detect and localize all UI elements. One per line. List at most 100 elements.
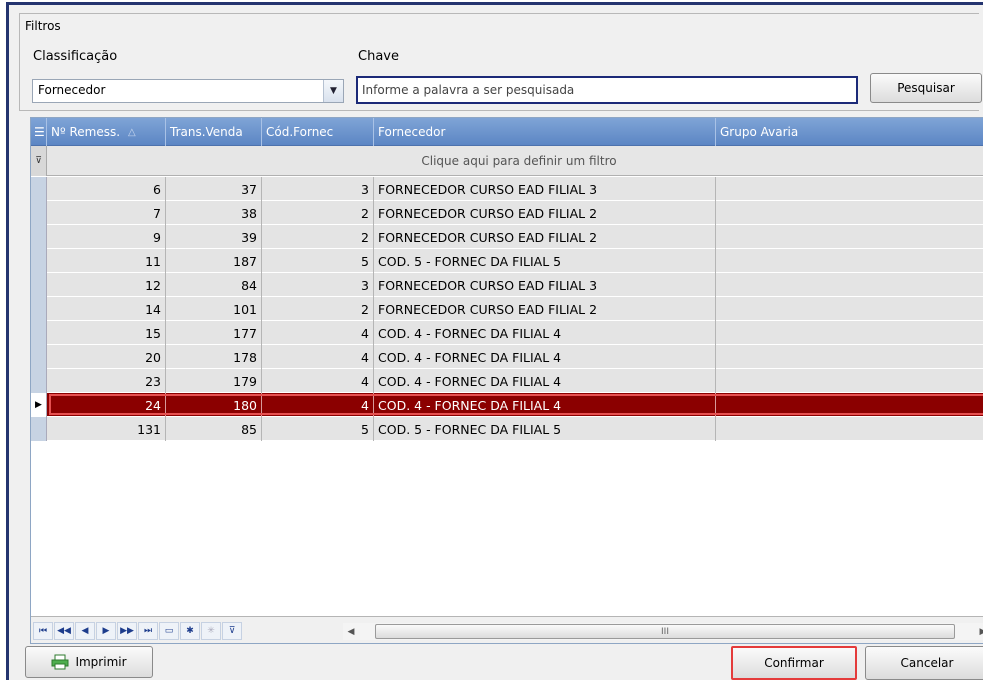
cell-grupo-avaria[interactable] [716, 321, 983, 345]
cell-remessa[interactable]: 14 [47, 297, 166, 321]
cell-fornecedor[interactable]: COD. 4 - FORNEC DA FILIAL 4 [374, 345, 716, 369]
cell-trans-venda[interactable]: 39 [166, 225, 262, 249]
cell-cod-fornec[interactable]: 4 [262, 345, 374, 369]
table-row[interactable]: 11 187 5 COD. 5 - FORNEC DA FILIAL 5 [31, 249, 983, 273]
search-button[interactable]: Pesquisar [870, 73, 982, 103]
grid-filter-row[interactable]: ⊽ Clique aqui para definir um filtro [31, 146, 983, 176]
cell-grupo-avaria[interactable] [716, 249, 983, 273]
scroll-left-icon[interactable]: ◀ [343, 623, 359, 640]
cell-fornecedor[interactable]: FORNECEDOR CURSO EAD FILIAL 3 [374, 177, 716, 201]
cell-remessa[interactable]: 11 [47, 249, 166, 273]
cell-trans-venda[interactable]: 179 [166, 369, 262, 393]
cell-grupo-avaria[interactable] [716, 393, 983, 417]
cell-trans-venda[interactable]: 177 [166, 321, 262, 345]
cell-grupo-avaria[interactable] [716, 201, 983, 225]
cell-grupo-avaria[interactable] [716, 273, 983, 297]
cell-grupo-avaria[interactable] [716, 297, 983, 321]
cell-cod-fornec[interactable]: 2 [262, 225, 374, 249]
row-indicator[interactable] [31, 249, 47, 273]
table-row[interactable]: 131 85 5 COD. 5 - FORNEC DA FILIAL 5 [31, 417, 983, 441]
current-row-icon[interactable]: ▶ [31, 393, 47, 417]
cell-grupo-avaria[interactable] [716, 177, 983, 201]
cell-remessa[interactable]: 20 [47, 345, 166, 369]
row-indicator[interactable] [31, 273, 47, 297]
row-indicator[interactable] [31, 177, 47, 201]
cell-grupo-avaria[interactable] [716, 225, 983, 249]
table-row[interactable]: 12 84 3 FORNECEDOR CURSO EAD FILIAL 3 [31, 273, 983, 297]
first-page-icon[interactable]: ⏮ [33, 622, 53, 640]
cell-cod-fornec[interactable]: 4 [262, 393, 374, 417]
cell-remessa[interactable]: 131 [47, 417, 166, 441]
table-row[interactable]: ▶ 24 180 4 COD. 4 - FORNEC DA FILIAL 4 [31, 393, 983, 417]
cell-fornecedor[interactable]: COD. 4 - FORNEC DA FILIAL 4 [374, 369, 716, 393]
table-row[interactable]: 20 178 4 COD. 4 - FORNEC DA FILIAL 4 [31, 345, 983, 369]
column-header-cod-fornec[interactable]: Cód.Fornec [262, 118, 374, 146]
cell-cod-fornec[interactable]: 2 [262, 201, 374, 225]
cell-cod-fornec[interactable]: 3 [262, 273, 374, 297]
cell-fornecedor[interactable]: COD. 4 - FORNEC DA FILIAL 4 [374, 393, 716, 417]
cell-cod-fornec[interactable]: 4 [262, 369, 374, 393]
cell-fornecedor[interactable]: FORNECEDOR CURSO EAD FILIAL 3 [374, 273, 716, 297]
cell-fornecedor[interactable]: FORNECEDOR CURSO EAD FILIAL 2 [374, 297, 716, 321]
cell-trans-venda[interactable]: 178 [166, 345, 262, 369]
cell-remessa[interactable]: 23 [47, 369, 166, 393]
cell-remessa[interactable]: 15 [47, 321, 166, 345]
column-header-trans-venda[interactable]: Trans.Venda [166, 118, 262, 146]
row-indicator[interactable] [31, 321, 47, 345]
row-indicator[interactable] [31, 297, 47, 321]
cell-trans-venda[interactable]: 84 [166, 273, 262, 297]
cell-trans-venda[interactable]: 38 [166, 201, 262, 225]
cell-cod-fornec[interactable]: 3 [262, 177, 374, 201]
table-row[interactable]: 9 39 2 FORNECEDOR CURSO EAD FILIAL 2 [31, 225, 983, 249]
row-indicator[interactable] [31, 345, 47, 369]
next-page-icon[interactable]: ▶▶ [117, 622, 137, 640]
prev-page-icon[interactable]: ◀◀ [54, 622, 74, 640]
cell-cod-fornec[interactable]: 5 [262, 249, 374, 273]
column-chooser-icon[interactable]: ☰ [31, 118, 47, 146]
print-button[interactable]: Imprimir [25, 646, 153, 678]
last-page-icon[interactable]: ⏭ [138, 622, 158, 640]
cell-grupo-avaria[interactable] [716, 417, 983, 441]
cell-cod-fornec[interactable]: 2 [262, 297, 374, 321]
cell-cod-fornec[interactable]: 5 [262, 417, 374, 441]
cell-trans-venda[interactable]: 180 [166, 393, 262, 417]
scroll-right-icon[interactable]: ▶ [975, 623, 983, 640]
column-header-grupo-avaria[interactable]: Grupo Avaria [716, 118, 983, 146]
cell-fornecedor[interactable]: FORNECEDOR CURSO EAD FILIAL 2 [374, 225, 716, 249]
cell-cod-fornec[interactable]: 4 [262, 321, 374, 345]
table-row[interactable]: 23 179 4 COD. 4 - FORNEC DA FILIAL 4 [31, 369, 983, 393]
confirm-button[interactable]: Confirmar [731, 646, 857, 680]
horizontal-scrollbar[interactable]: ◀ III ▶ [343, 623, 983, 640]
append-record-icon[interactable]: ▭ [159, 622, 179, 640]
cell-fornecedor[interactable]: COD. 4 - FORNEC DA FILIAL 4 [374, 321, 716, 345]
cell-grupo-avaria[interactable] [716, 369, 983, 393]
column-header-fornecedor[interactable]: Fornecedor [374, 118, 716, 146]
classification-select[interactable]: Fornecedor ▼ [32, 79, 344, 103]
key-input[interactable] [356, 76, 858, 104]
cell-fornecedor[interactable]: COD. 5 - FORNEC DA FILIAL 5 [374, 249, 716, 273]
filter-record-icon[interactable]: ⊽ [222, 622, 242, 640]
insert-record-icon[interactable]: ✱ [180, 622, 200, 640]
cell-trans-venda[interactable]: 101 [166, 297, 262, 321]
prev-record-icon[interactable]: ◀ [75, 622, 95, 640]
scroll-thumb[interactable]: III [375, 624, 955, 639]
table-row[interactable]: 6 37 3 FORNECEDOR CURSO EAD FILIAL 3 [31, 177, 983, 201]
cell-trans-venda[interactable]: 37 [166, 177, 262, 201]
chevron-down-icon[interactable]: ▼ [323, 80, 343, 102]
row-indicator[interactable] [31, 225, 47, 249]
cell-trans-venda[interactable]: 85 [166, 417, 262, 441]
cell-remessa[interactable]: 12 [47, 273, 166, 297]
cell-trans-venda[interactable]: 187 [166, 249, 262, 273]
cell-remessa[interactable]: 9 [47, 225, 166, 249]
row-indicator[interactable] [31, 201, 47, 225]
cell-remessa[interactable]: 6 [47, 177, 166, 201]
column-header-remessa[interactable]: Nº Remess. △ [47, 118, 166, 146]
next-record-icon[interactable]: ▶ [96, 622, 116, 640]
row-indicator[interactable] [31, 369, 47, 393]
table-row[interactable]: 7 38 2 FORNECEDOR CURSO EAD FILIAL 2 [31, 201, 983, 225]
cell-remessa[interactable]: 7 [47, 201, 166, 225]
cell-grupo-avaria[interactable] [716, 345, 983, 369]
cell-fornecedor[interactable]: FORNECEDOR CURSO EAD FILIAL 2 [374, 201, 716, 225]
table-row[interactable]: 14 101 2 FORNECEDOR CURSO EAD FILIAL 2 [31, 297, 983, 321]
table-row[interactable]: 15 177 4 COD. 4 - FORNEC DA FILIAL 4 [31, 321, 983, 345]
